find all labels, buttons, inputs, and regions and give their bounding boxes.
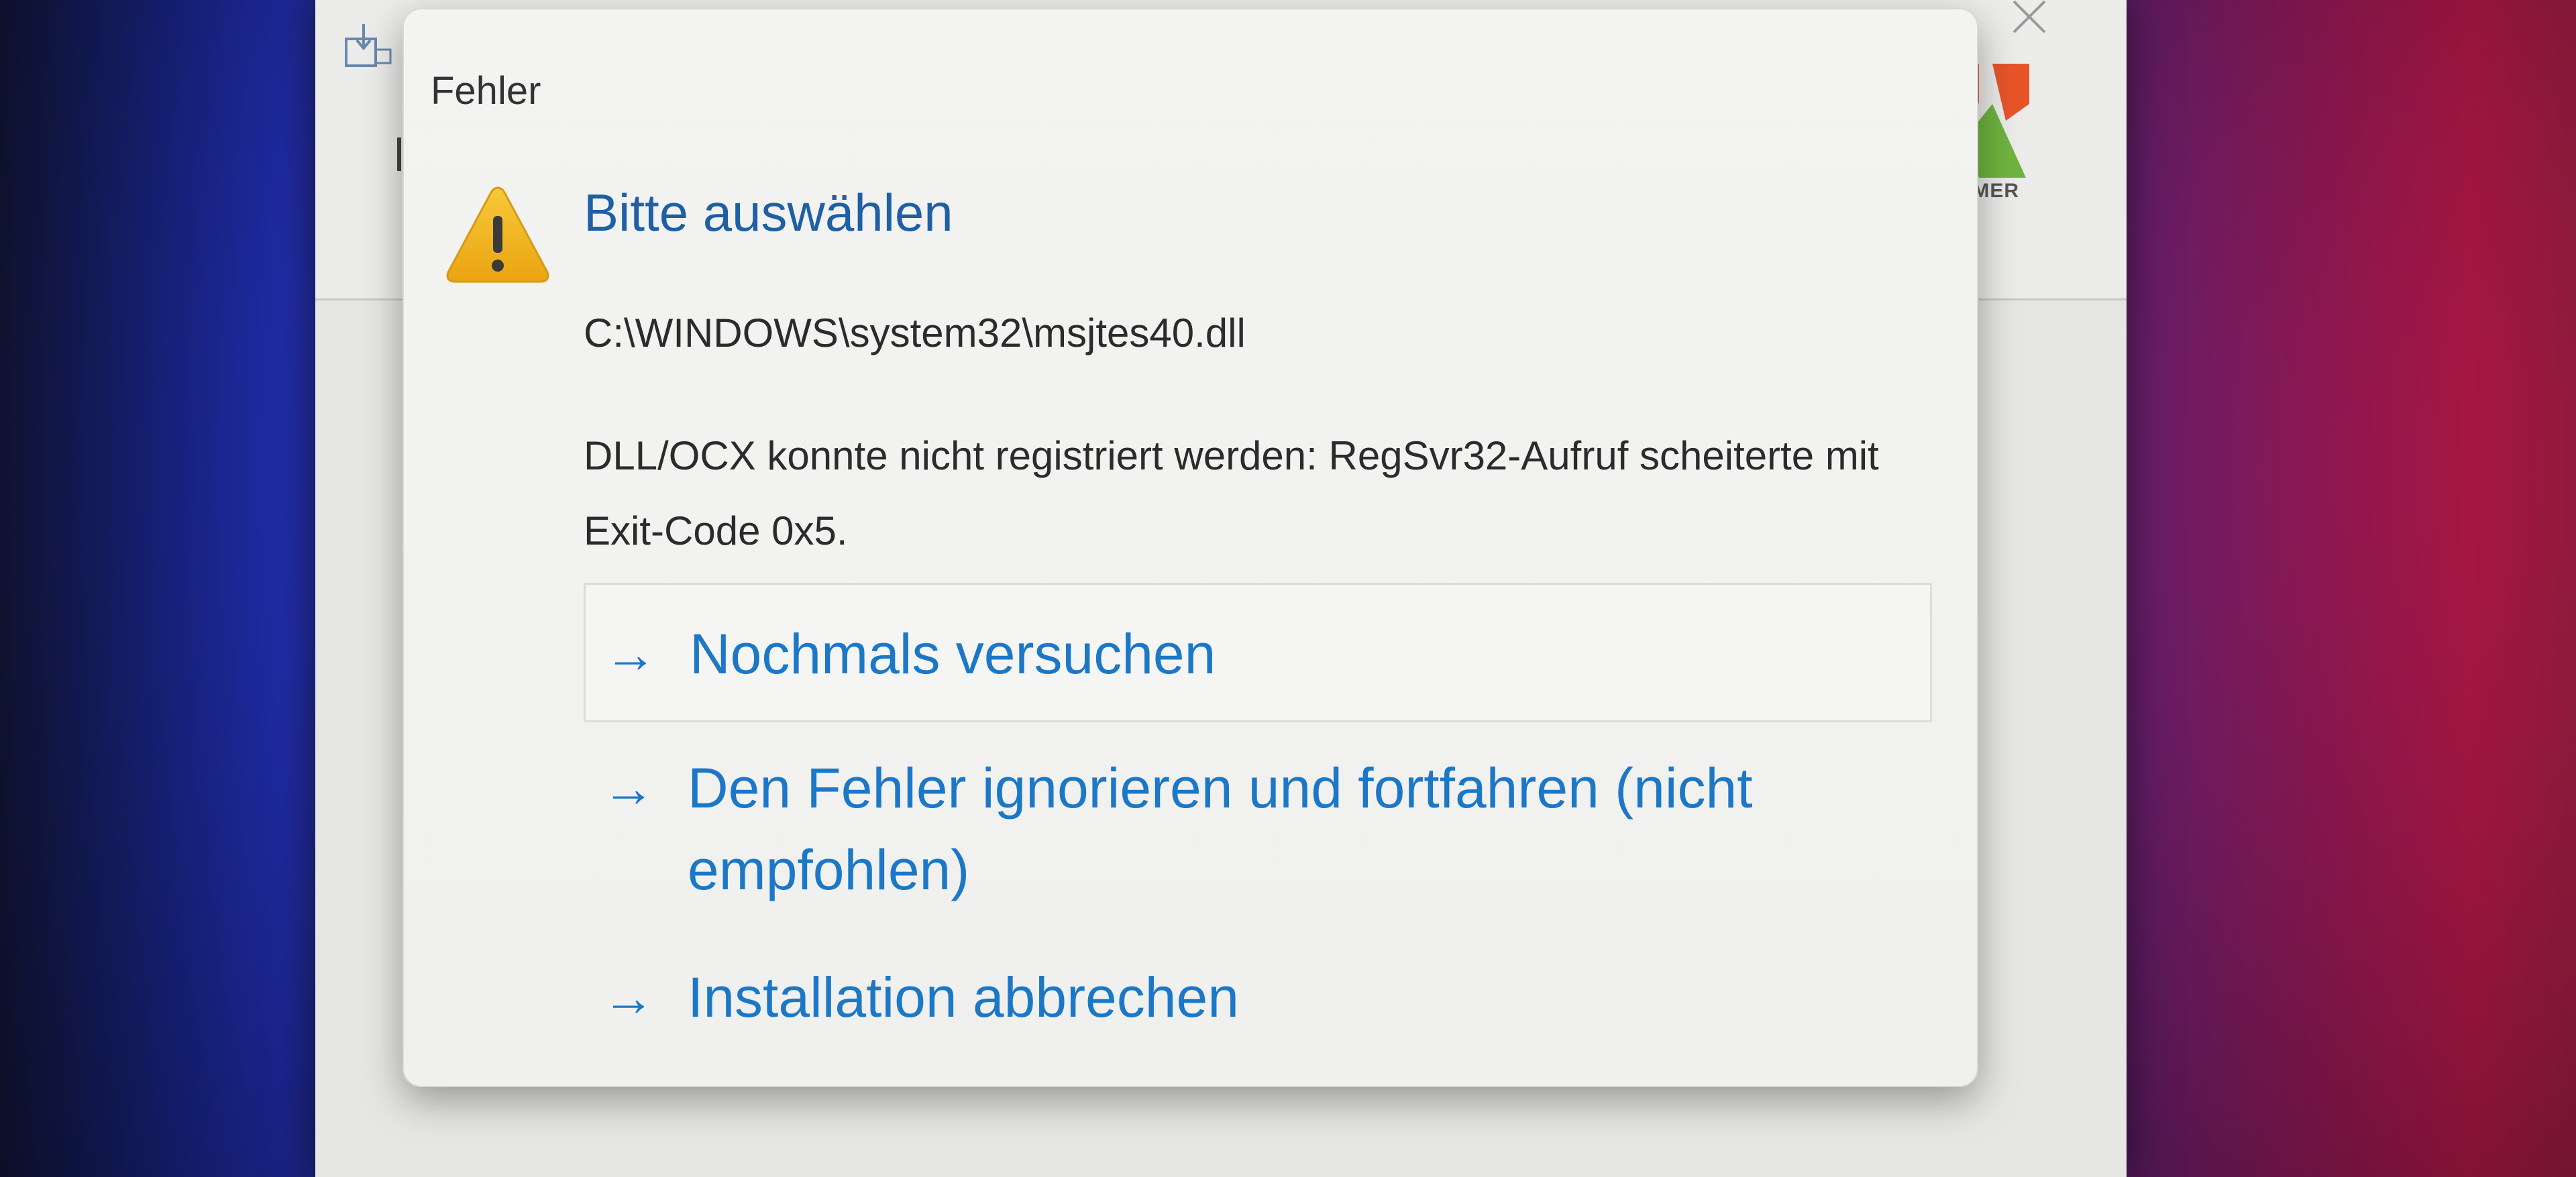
error-message: DLL/OCX konnte nicht registriert werden:… <box>584 433 1879 553</box>
cancel-installation-command-link[interactable]: → Installation abbrechen <box>584 956 1932 1044</box>
arrow-right-icon: → <box>604 624 657 683</box>
arrow-right-icon: → <box>602 968 655 1027</box>
installer-icon <box>345 24 392 67</box>
text-cursor <box>397 137 401 171</box>
cancel-installation-command-label: Installation abbrechen <box>688 966 1239 1029</box>
file-path-text: C:\WINDOWS\system32\msjtes40.dll <box>584 311 1246 355</box>
dialog-title: Fehler <box>431 69 541 113</box>
ignore-command-label: Den Fehler ignorieren und fortfahren (ni… <box>688 756 1753 901</box>
close-icon[interactable] <box>2006 0 2053 40</box>
retry-command-link[interactable]: → Nochmals versuchen <box>584 583 1932 722</box>
ignore-command-link[interactable]: → Den Fehler ignorieren und fortfahren (… <box>584 747 1932 921</box>
error-dialog: Fehler Bitte auswählen C:\WINDOWS\system… <box>402 8 1978 1087</box>
main-instruction: Bitte auswählen <box>584 183 953 242</box>
retry-command-label: Nochmals versuchen <box>690 622 1216 685</box>
warning-icon <box>446 186 549 283</box>
arrow-right-icon: → <box>602 759 655 818</box>
